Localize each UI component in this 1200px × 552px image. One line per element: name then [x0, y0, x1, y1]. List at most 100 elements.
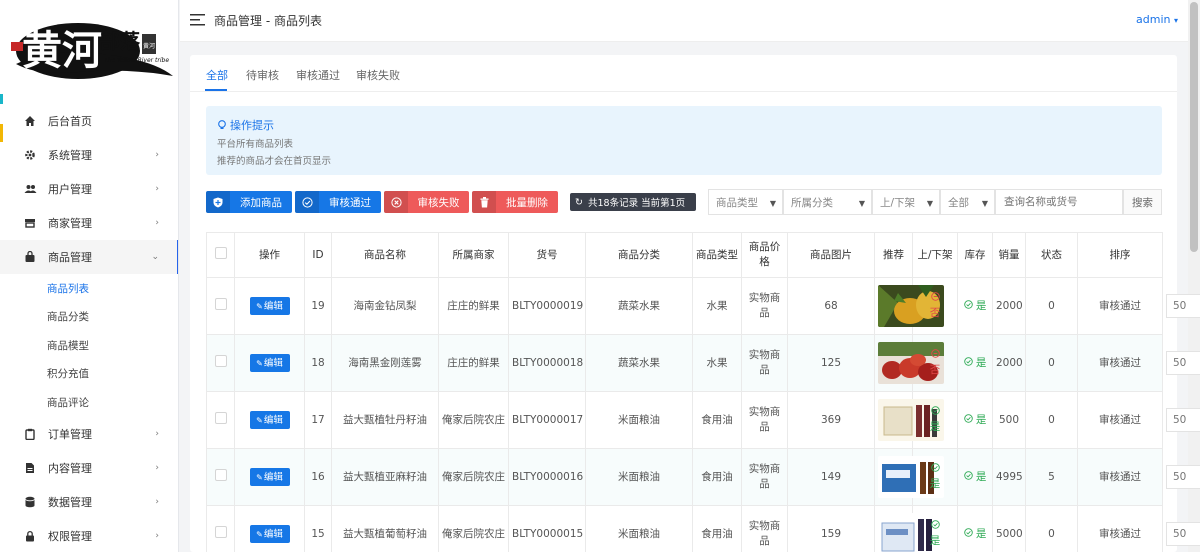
column-header: 商品名称: [331, 232, 439, 278]
sidebar-item-products[interactable]: 商品管理 ⌄: [0, 240, 178, 274]
sidebar-item-content[interactable]: 内容管理 ›: [0, 451, 178, 485]
batch-delete-button[interactable]: 批量删除: [472, 191, 558, 213]
sidebar-subitem-product-model[interactable]: 商品模型: [0, 331, 178, 360]
shelf-value: 是: [975, 413, 987, 426]
search-button[interactable]: 搜索: [1123, 189, 1162, 215]
action-cell: ✎ 编辑: [234, 277, 305, 335]
chevron-right-icon: ›: [155, 462, 159, 473]
svg-text:The Yellow River tribe: The Yellow River tribe: [104, 57, 169, 64]
cell-shelf[interactable]: 是: [957, 448, 993, 506]
sidebar-item-label: 用户管理: [48, 183, 92, 196]
sidebar-item-data[interactable]: 数据管理 ›: [0, 485, 178, 519]
category-select[interactable]: 所属分类 ▼: [783, 189, 872, 215]
cell-type: 实物商品: [741, 334, 788, 392]
sort-input[interactable]: [1166, 294, 1200, 318]
edit-button[interactable]: ✎ 编辑: [249, 354, 290, 372]
column-header: 销量: [992, 232, 1026, 278]
user-menu[interactable]: admin ▾: [1136, 13, 1178, 26]
tab-rejected[interactable]: 审核失败: [356, 67, 400, 83]
chevron-down-icon: ▼: [981, 199, 988, 208]
chevron-down-icon: ▼: [858, 199, 865, 208]
category-value: 所属分类: [791, 196, 833, 209]
tab-all[interactable]: 全部: [206, 67, 228, 83]
sidebar-subitem-points-recharge[interactable]: 积分充值: [0, 360, 178, 389]
row-select-cell: [206, 391, 235, 449]
sidebar-item-label: 系统管理: [48, 149, 92, 162]
tips-line: 推荐的商品才会在首页显示: [217, 156, 332, 167]
cell-shelf[interactable]: 是: [957, 505, 993, 552]
sidebar-subitem-product-category[interactable]: 商品分类: [0, 303, 178, 332]
row-checkbox[interactable]: [214, 411, 227, 424]
cell-price: 149: [787, 448, 875, 506]
breadcrumb: 商品管理 - 商品列表: [214, 14, 322, 28]
edit-button[interactable]: ✎ 编辑: [249, 525, 290, 543]
cell-shelf[interactable]: 是: [957, 334, 993, 392]
cell-sales: 0: [1025, 277, 1078, 335]
tab-approved[interactable]: 审核通过: [296, 67, 340, 83]
cell-name: 益大甄植亚麻籽油: [331, 448, 439, 506]
menu-toggle-icon[interactable]: [190, 13, 205, 27]
shelf-value: 是: [975, 356, 987, 369]
product-type-select[interactable]: 商品类型 ▼: [708, 189, 783, 215]
select-all-checkbox[interactable]: [214, 246, 227, 259]
tips-title: 操作提示: [217, 117, 274, 133]
sort-input[interactable]: [1166, 465, 1200, 489]
sidebar-item-label: 订单管理: [48, 427, 92, 441]
cell-shelf[interactable]: 是: [957, 277, 993, 335]
sidebar-subitem-product-list[interactable]: 商品列表: [0, 274, 178, 303]
sidebar-nav: 后台首页 系统管理 › 用户管理 › 商家管理 › 商品管理 ⌄ 商品列表 商品…: [0, 104, 178, 552]
chevron-right-icon: ›: [155, 496, 159, 507]
column-header: 排序: [1077, 232, 1163, 278]
sidebar-item-merchants[interactable]: 商家管理 ›: [0, 206, 178, 240]
edit-button[interactable]: ✎ 编辑: [249, 411, 290, 429]
chevron-down-icon: ⌄: [151, 252, 159, 262]
search-input[interactable]: [995, 189, 1123, 215]
cell-image: [874, 448, 944, 506]
cell-shelf[interactable]: 是: [957, 391, 993, 449]
cell-cat1: 蔬菜水果: [585, 334, 693, 392]
edit-button[interactable]: ✎ 编辑: [249, 468, 290, 486]
cell-type: 实物商品: [741, 505, 788, 552]
sidebar-subitem-product-reviews[interactable]: 商品评论: [0, 388, 178, 417]
sidebar-item-orders[interactable]: 订单管理 ›: [0, 417, 178, 451]
approve-button[interactable]: 审核通过: [295, 191, 381, 213]
add-product-button[interactable]: 添加商品: [206, 191, 292, 213]
cell-image: [874, 505, 944, 552]
users-icon: [22, 181, 38, 197]
cell-sales: 0: [1025, 334, 1078, 392]
sidebar-item-users[interactable]: 用户管理 ›: [0, 172, 178, 206]
sidebar-item-system[interactable]: 系统管理 ›: [0, 138, 178, 172]
tips-line: 平台所有商品列表: [217, 139, 294, 150]
record-count: ↻ 共18条记录 当前第1页: [570, 193, 696, 211]
sort-input[interactable]: [1166, 522, 1200, 546]
shelf-status-select[interactable]: 上/下架 ▼: [872, 189, 940, 215]
edit-button[interactable]: ✎ 编辑: [249, 297, 290, 315]
trash-icon: [472, 191, 496, 213]
shelf-value: 是: [975, 527, 987, 540]
cell-id: 18: [304, 334, 332, 392]
tab-pending[interactable]: 待审核: [246, 67, 279, 83]
cell-sku: BLTY0000017: [508, 391, 586, 449]
sidebar-item-home[interactable]: 后台首页: [0, 104, 178, 138]
row-checkbox[interactable]: [214, 354, 227, 367]
chevron-right-icon: ›: [155, 150, 159, 160]
sidebar-item-permissions[interactable]: 权限管理 ›: [0, 519, 178, 552]
reject-button[interactable]: 审核失败: [384, 191, 469, 213]
sort-input[interactable]: [1166, 408, 1200, 432]
cell-cat1: 米面粮油: [585, 505, 693, 552]
cell-price: 369: [787, 391, 875, 449]
table-row: ✎ 编辑 17 益大甄植牡丹籽油 俺家后院农庄 BLTY0000017 米面粮油 食用油 实物商…: [206, 391, 1200, 449]
tips-panel: 操作提示 平台所有商品列表 推荐的商品才会在首页显示: [206, 106, 1162, 175]
scrollbar-thumb[interactable]: [1190, 2, 1198, 252]
main-card: 全部 待审核 审核通过 审核失败 操作提示 平台所有商品列表 推荐的商品才会在首…: [190, 55, 1200, 552]
row-checkbox[interactable]: [214, 468, 227, 481]
column-header: 库存: [957, 232, 993, 278]
row-checkbox[interactable]: [214, 525, 227, 538]
file-icon: [22, 460, 38, 476]
accent-bar: [0, 94, 3, 104]
audit-status-select[interactable]: 全部 ▼: [940, 189, 995, 215]
brand-logo[interactable]: 黄河 部落 黄河 The Yellow River tribe: [8, 6, 178, 92]
sort-input[interactable]: [1166, 351, 1200, 375]
row-checkbox[interactable]: [214, 297, 227, 310]
row-select-cell: [206, 448, 235, 506]
